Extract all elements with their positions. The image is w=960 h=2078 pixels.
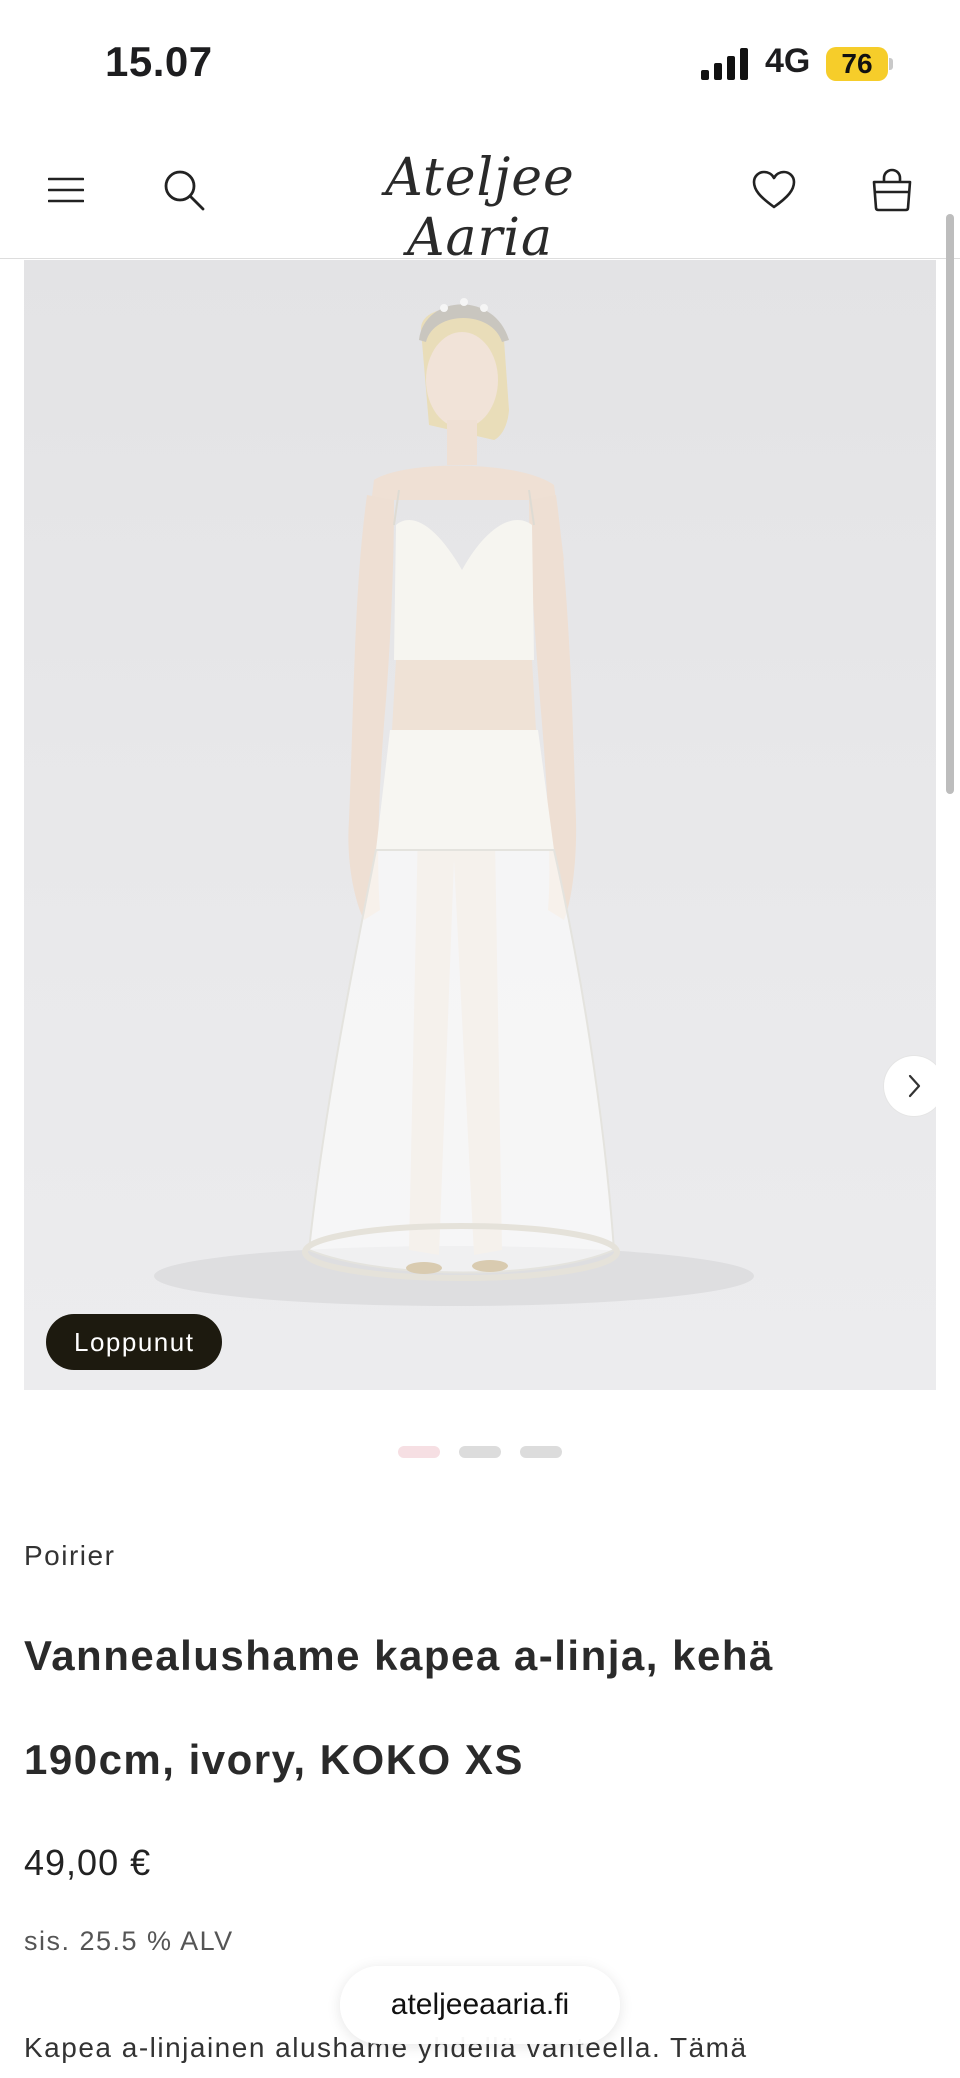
product-vendor: Poirier (24, 1540, 116, 1571)
next-image-button[interactable] (884, 1056, 936, 1116)
gallery-pagination (0, 1446, 960, 1460)
battery-level: 76 (826, 47, 888, 81)
url-text: ateljeeaaria.fi (390, 1988, 570, 2021)
product-image-gallery[interactable]: Loppunut (24, 260, 936, 1390)
tax-note: sis. 25.5 % ALV (24, 1926, 234, 1956)
network-type: 4G (765, 42, 811, 80)
site-header: Ateljee Aaria (0, 120, 960, 268)
status-time: 15.07 (105, 38, 213, 85)
cart-button[interactable] (866, 164, 918, 216)
browser-url-bar[interactable]: ateljeeaaria.fi (340, 1966, 620, 2044)
battery-icon: 76 (826, 47, 894, 81)
pagination-dot-1[interactable] (398, 1446, 440, 1458)
bag-icon (872, 168, 912, 212)
product-title-line-1: Vannealushame kapea a-linja, kehä (24, 1632, 774, 1679)
pagination-dot-3[interactable] (520, 1446, 562, 1458)
wishlist-button[interactable] (748, 164, 800, 216)
sold-out-badge: Loppunut (46, 1314, 223, 1370)
pagination-dot-2[interactable] (459, 1446, 501, 1458)
page-scrollbar[interactable] (946, 214, 954, 794)
heart-icon (752, 170, 796, 209)
product-title-line-2: 190cm, ivory, KOKO XS (24, 1736, 524, 1783)
status-bar: 15.07 4G 76 (0, 0, 960, 120)
product-price: 49,00 € (24, 1842, 152, 1883)
menu-icon (48, 177, 84, 203)
chevron-right-icon (908, 1074, 921, 1098)
product-title: Vannealushame kapea a-linja, kehä 190cm,… (24, 1604, 904, 1812)
signal-icon (701, 48, 748, 80)
site-logo[interactable]: Ateljee Aaria (330, 148, 630, 268)
menu-button[interactable] (40, 164, 92, 216)
product-photo (154, 298, 754, 1306)
search-button[interactable] (158, 164, 210, 216)
search-icon (164, 170, 205, 211)
